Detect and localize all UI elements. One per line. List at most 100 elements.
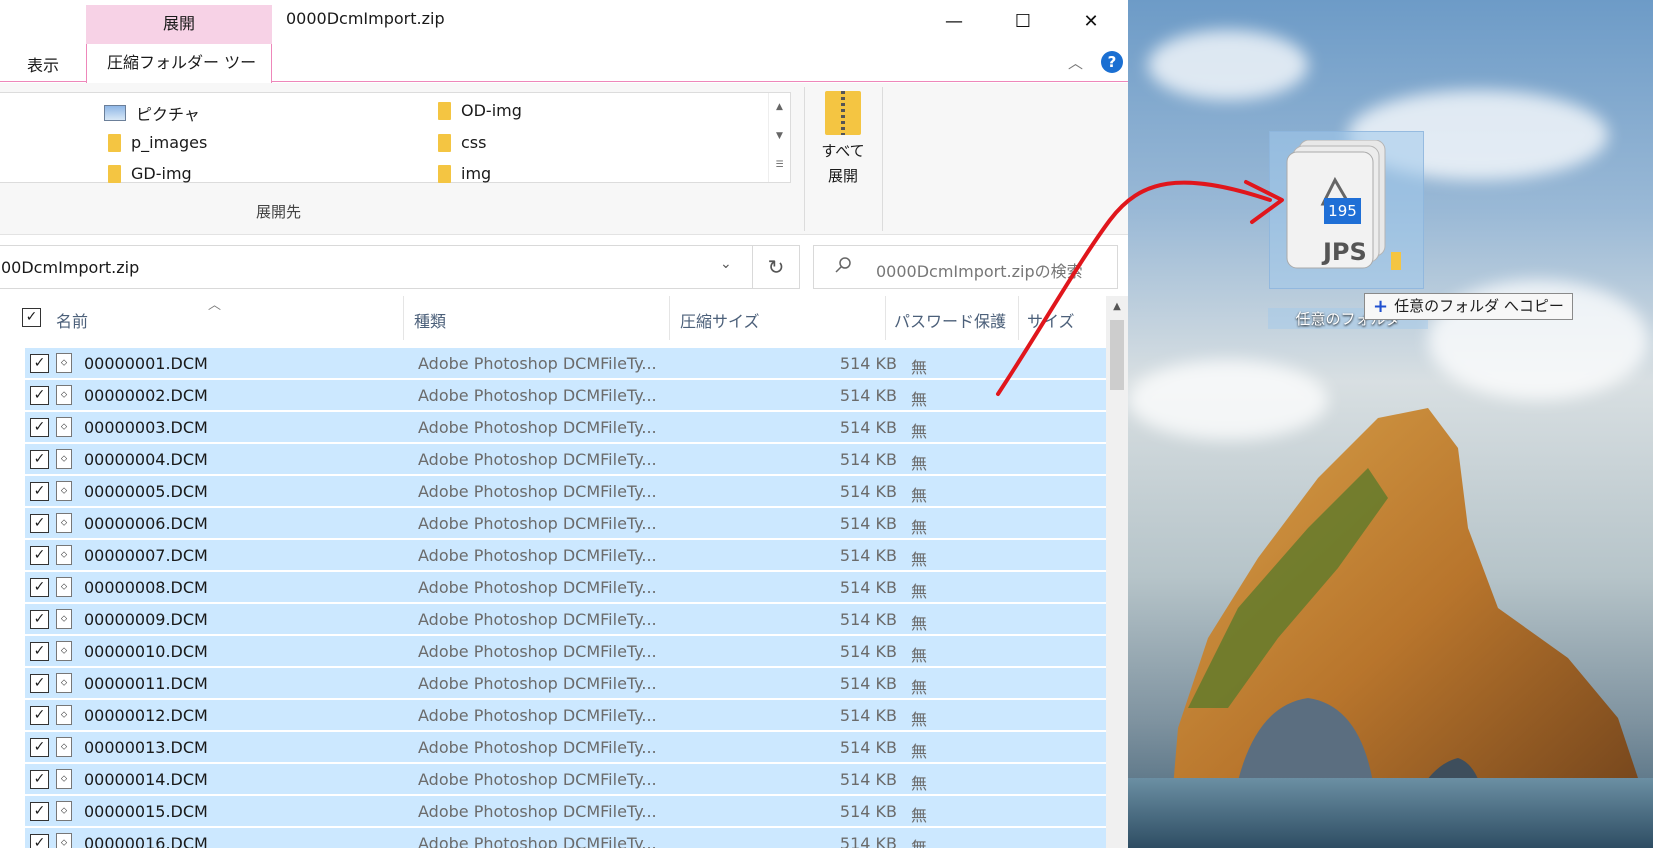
dcm-file-icon: ⬦	[56, 833, 72, 848]
file-name: 00000001.DCM	[84, 354, 208, 373]
destination-od-img[interactable]: OD-img	[438, 101, 522, 120]
folder-icon	[108, 133, 121, 152]
row-checkbox[interactable]: ✓	[30, 578, 49, 597]
drag-copy-tooltip: + 任意のフォルダ へコピー	[1364, 293, 1573, 320]
row-checkbox[interactable]: ✓	[30, 514, 49, 533]
dcm-file-icon: ⬦	[56, 801, 72, 821]
row-checkbox[interactable]: ✓	[30, 802, 49, 821]
row-checkbox[interactable]: ✓	[30, 674, 49, 693]
help-icon[interactable]: ?	[1101, 51, 1123, 73]
gallery-expand-icon[interactable]: ☰	[769, 151, 790, 180]
scroll-up-icon[interactable]: ▲	[769, 93, 790, 122]
table-row[interactable]: ✓ ⬦ 00000013.DCM Adobe Photoshop DCMFileTy.…	[25, 732, 1106, 763]
column-divider[interactable]	[885, 296, 886, 340]
file-type: Adobe Photoshop DCMFileTy...	[418, 386, 657, 405]
file-password-protected: 無	[911, 774, 928, 793]
column-name[interactable]: 名前	[56, 308, 88, 332]
table-row[interactable]: ✓ ⬦ 00000009.DCM Adobe Photoshop DCMFileTy.…	[25, 604, 1106, 635]
dcm-file-icon: ⬦	[56, 417, 72, 437]
file-password-protected: 無	[911, 710, 928, 729]
table-row[interactable]: ✓ ⬦ 00000014.DCM Adobe Photoshop DCMFileTy.…	[25, 764, 1106, 795]
file-name: 00000016.DCM	[84, 834, 208, 848]
table-row[interactable]: ✓ ⬦ 00000001.DCM Adobe Photoshop DCMFileTy.…	[25, 348, 1106, 379]
table-row[interactable]: ✓ ⬦ 00000015.DCM Adobe Photoshop DCMFileTy.…	[25, 796, 1106, 827]
chevron-down-icon[interactable]: ⌄	[720, 256, 732, 272]
table-row[interactable]: ✓ ⬦ 00000007.DCM Adobe Photoshop DCMFileTy.…	[25, 540, 1106, 571]
copy-hint-text: 任意のフォルダ へコピー	[1394, 297, 1564, 315]
table-row[interactable]: ✓ ⬦ 00000006.DCM Adobe Photoshop DCMFileTy.…	[25, 508, 1106, 539]
file-type: Adobe Photoshop DCMFileTy...	[418, 706, 657, 725]
file-password-protected: 無	[911, 742, 928, 761]
select-all-checkbox[interactable]: ✓	[22, 308, 41, 327]
search-placeholder: 0000DcmImport.zipの検索	[876, 262, 1083, 281]
table-row[interactable]: ✓ ⬦ 00000005.DCM Adobe Photoshop DCMFileTy.…	[25, 476, 1106, 507]
address-row: 00DcmImport.zip ⌄ ↻ 0000DcmImport.zipの検索	[0, 236, 1128, 293]
row-checkbox[interactable]: ✓	[30, 834, 49, 848]
column-compressed-size[interactable]: 圧縮サイズ	[680, 308, 760, 332]
table-row[interactable]: ✓ ⬦ 00000016.DCM Adobe Photoshop DCMFileTy.…	[25, 828, 1106, 848]
table-row[interactable]: ✓ ⬦ 00000010.DCM Adobe Photoshop DCMFileTy.…	[25, 636, 1106, 667]
file-type: Adobe Photoshop DCMFileTy...	[418, 418, 657, 437]
vertical-scrollbar[interactable]: ▲	[1106, 296, 1128, 848]
column-size[interactable]: サイズ	[1027, 308, 1075, 332]
file-type: Adobe Photoshop DCMFileTy...	[418, 482, 657, 501]
file-type: Adobe Photoshop DCMFileTy...	[418, 546, 657, 565]
row-checkbox[interactable]: ✓	[30, 770, 49, 789]
refresh-button[interactable]: ↻	[753, 245, 800, 289]
row-checkbox[interactable]: ✓	[30, 706, 49, 725]
search-input[interactable]: 0000DcmImport.zipの検索	[813, 245, 1118, 289]
extract-all-button[interactable]: すべて 展開	[813, 91, 873, 189]
dcm-file-icon: ⬦	[56, 737, 72, 757]
gallery-scrollbar[interactable]: ▲ ▼ ☰	[768, 93, 790, 182]
file-name: 00000014.DCM	[84, 770, 208, 789]
file-type: Adobe Photoshop DCMFileTy...	[418, 834, 657, 848]
scroll-down-icon[interactable]: ▼	[769, 122, 790, 151]
column-divider[interactable]	[403, 296, 404, 340]
desktop[interactable]: 195 JPS 任意のフォルダ + 任意のフォルダ へコピー	[1128, 0, 1653, 848]
address-bar[interactable]: 00DcmImport.zip ⌄	[0, 245, 753, 289]
destination-pictures[interactable]: ピクチャ	[104, 101, 200, 125]
table-row[interactable]: ✓ ⬦ 00000012.DCM Adobe Photoshop DCMFileTy.…	[25, 700, 1106, 731]
row-checkbox[interactable]: ✓	[30, 610, 49, 629]
folder-icon	[108, 164, 121, 183]
destination-img[interactable]: img	[438, 164, 491, 183]
file-compressed-size: 514 KB	[839, 386, 897, 405]
column-divider[interactable]	[1018, 296, 1019, 340]
column-password[interactable]: パスワード保護	[894, 308, 1006, 332]
maximize-button[interactable]: ☐	[1000, 0, 1046, 42]
table-row[interactable]: ✓ ⬦ 00000003.DCM Adobe Photoshop DCMFileTy.…	[25, 412, 1106, 443]
column-type[interactable]: 種類	[414, 308, 446, 332]
table-row[interactable]: ✓ ⬦ 00000008.DCM Adobe Photoshop DCMFileTy.…	[25, 572, 1106, 603]
minimize-button[interactable]: —	[931, 0, 977, 42]
file-compressed-size: 514 KB	[839, 642, 897, 661]
row-checkbox[interactable]: ✓	[30, 546, 49, 565]
row-checkbox[interactable]: ✓	[30, 386, 49, 405]
destination-gd-img[interactable]: GD-img	[108, 164, 192, 183]
ribbon-collapse-chevron-icon[interactable]: ︿	[1068, 52, 1083, 73]
file-type: Adobe Photoshop DCMFileTy...	[418, 610, 657, 629]
row-checkbox[interactable]: ✓	[30, 418, 49, 437]
file-type: Adobe Photoshop DCMFileTy...	[418, 674, 657, 693]
destination-p-images[interactable]: p_images	[108, 133, 207, 152]
scroll-up-icon[interactable]: ▲	[1106, 296, 1128, 318]
row-checkbox[interactable]: ✓	[30, 482, 49, 501]
context-tab-extract[interactable]: 展開	[86, 5, 272, 44]
column-divider[interactable]	[669, 296, 670, 340]
tab-compressed-folder-tools[interactable]: 圧縮フォルダー ツール	[86, 44, 272, 109]
destination-css[interactable]: css	[438, 133, 486, 152]
close-button[interactable]: ✕	[1068, 0, 1114, 42]
row-checkbox[interactable]: ✓	[30, 738, 49, 757]
destination-label: OD-img	[461, 101, 522, 120]
table-row[interactable]: ✓ ⬦ 00000004.DCM Adobe Photoshop DCMFileTy.…	[25, 444, 1106, 475]
row-checkbox[interactable]: ✓	[30, 642, 49, 661]
scrollbar-thumb[interactable]	[1110, 320, 1124, 390]
row-checkbox[interactable]: ✓	[30, 450, 49, 469]
file-name: 00000015.DCM	[84, 802, 208, 821]
file-name: 00000005.DCM	[84, 482, 208, 501]
tab-view[interactable]: 表示	[27, 52, 59, 76]
row-checkbox[interactable]: ✓	[30, 354, 49, 373]
table-row[interactable]: ✓ ⬦ 00000002.DCM Adobe Photoshop DCMFileTy.…	[25, 380, 1106, 411]
file-name: 00000013.DCM	[84, 738, 208, 757]
table-row[interactable]: ✓ ⬦ 00000011.DCM Adobe Photoshop DCMFileTy.…	[25, 668, 1106, 699]
file-compressed-size: 514 KB	[839, 770, 897, 789]
